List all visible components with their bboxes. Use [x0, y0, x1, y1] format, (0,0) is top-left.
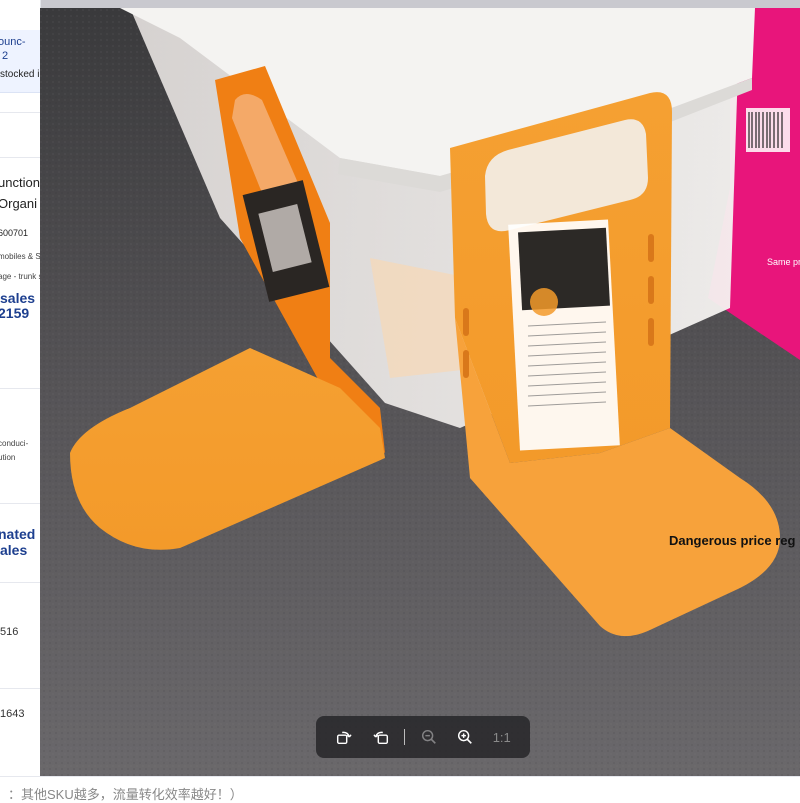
strip-text: 1643	[0, 708, 25, 720]
dangerous-price-label: Dangerous price reg	[669, 533, 796, 548]
strip-text: stocked in time	[0, 69, 40, 80]
strip-text: age - trunk storage	[0, 272, 40, 281]
strip-text: ounc-	[0, 36, 26, 48]
strip-text: Organi	[0, 196, 38, 211]
rotate-left-icon	[337, 731, 352, 745]
top-bar	[0, 0, 800, 8]
bottom-note: ：其他SKU越多，流量转化效率越好！）	[8, 787, 243, 802]
product-photo	[40, 8, 800, 776]
rotate-right-button[interactable]	[368, 724, 394, 750]
strip-text: 516	[0, 626, 19, 638]
same-price-label: Same pr	[767, 257, 800, 267]
zoom-out-icon	[421, 729, 436, 744]
toolbar-separator	[404, 729, 406, 745]
strip-text: ales	[0, 542, 28, 558]
strip-text: 2159	[0, 305, 30, 321]
bottom-bar: ：其他SKU越多，流量转化效率越好！）	[0, 776, 800, 802]
strip-text: ution	[0, 453, 16, 462]
strip-text: 2	[2, 50, 9, 62]
actual-size-label: 1:1	[492, 729, 511, 745]
strip-text: nated	[0, 526, 36, 542]
left-product-panel: ounc- 2 stocked in time unction Organi 6…	[0, 0, 41, 776]
image-toolbar: 1:1	[316, 716, 530, 758]
image-viewer: Same pr Dangerous price reg 1:1	[40, 8, 800, 776]
strip-text: 600701	[0, 228, 29, 238]
zoom-out-button[interactable]	[416, 724, 442, 750]
zoom-in-button[interactable]	[452, 724, 478, 750]
strip-text: conduci-	[0, 439, 29, 448]
actual-size-button[interactable]: 1:1	[489, 724, 515, 750]
strip-text: mobiles & Spare Parts	[0, 252, 41, 261]
strip-text: unction	[0, 175, 40, 190]
rotate-left-button[interactable]	[331, 724, 357, 750]
rotate-right-icon	[373, 731, 388, 745]
zoom-in-icon	[458, 729, 473, 744]
strip-text: sales	[0, 290, 36, 306]
